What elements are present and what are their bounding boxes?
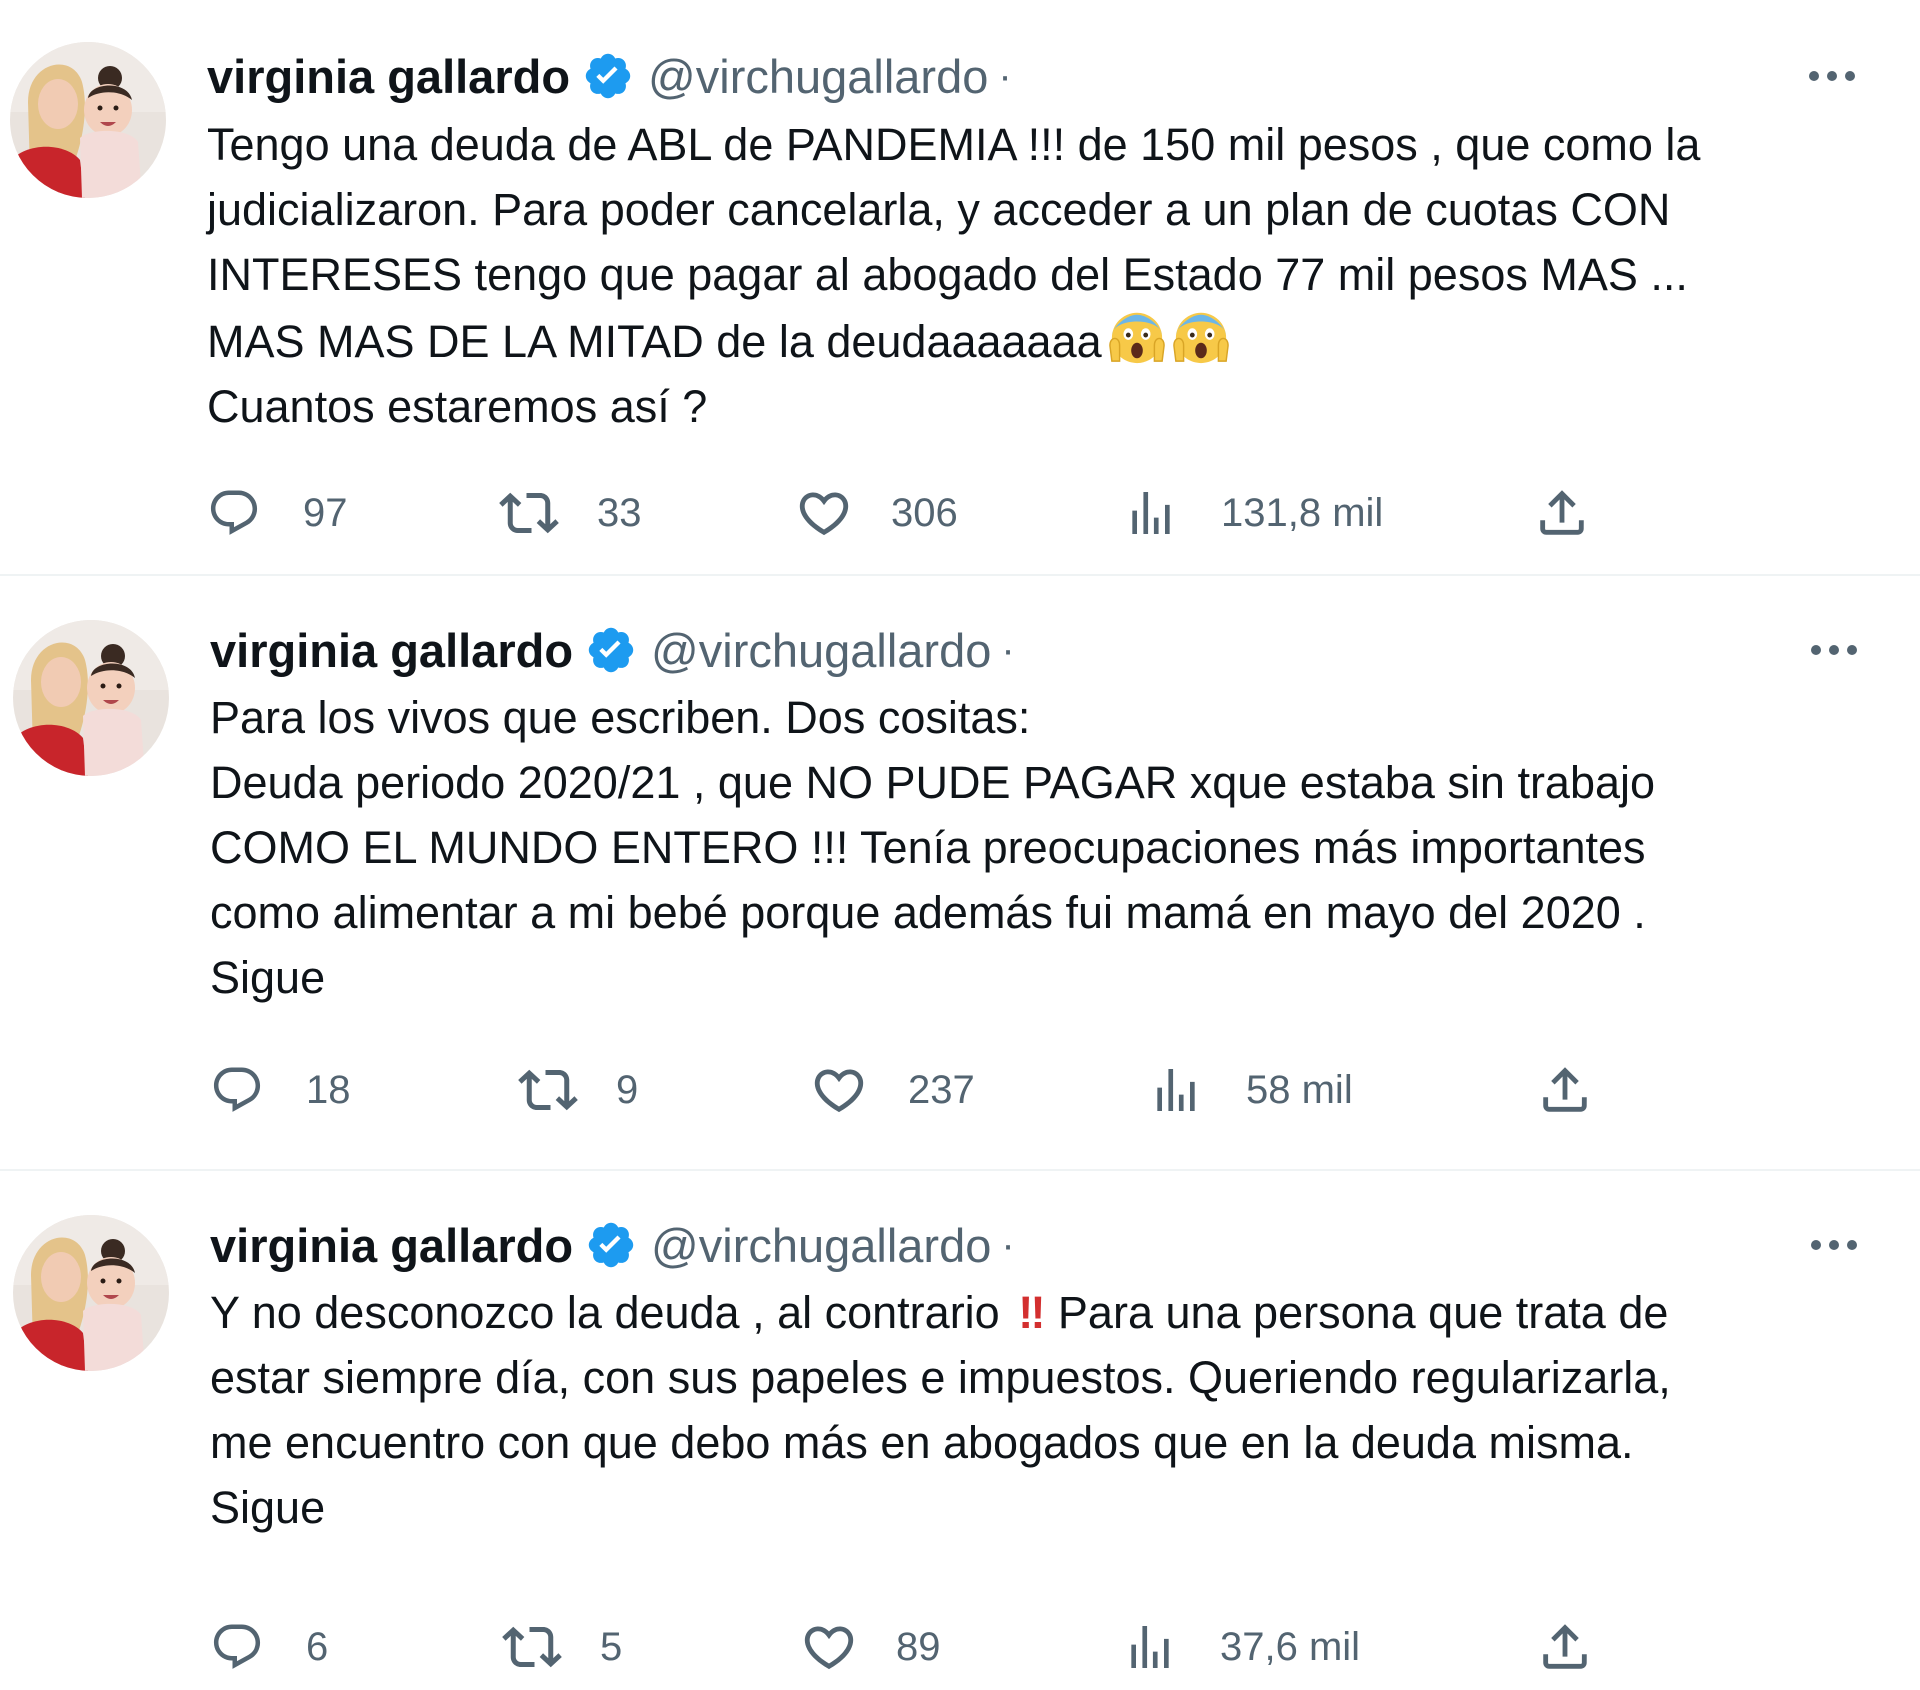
text-line: Para una persona que trata de — [1057, 1287, 1669, 1338]
reply-icon — [207, 486, 261, 540]
like-button[interactable]: 306 — [795, 478, 958, 548]
reply-count: 6 — [306, 1624, 329, 1669]
views-count: 58 mil — [1246, 1067, 1353, 1112]
reply-icon — [210, 1063, 264, 1117]
share-button[interactable] — [1536, 1612, 1594, 1682]
views-button[interactable]: 131,8 mil — [1123, 478, 1383, 548]
reply-button[interactable]: 97 — [207, 478, 348, 548]
verified-badge-icon — [585, 1219, 637, 1271]
retweet-count: 5 — [600, 1624, 623, 1669]
heart-icon — [810, 1061, 868, 1119]
text-line: COMO EL MUNDO ENTERO !!! Tenía preocupac… — [210, 822, 1646, 873]
text-line: Sigue — [210, 952, 326, 1003]
like-count: 237 — [908, 1067, 975, 1112]
like-button[interactable]: 237 — [810, 1055, 975, 1125]
tweet-text: Para los vivos que escriben. Dos cositas… — [210, 685, 1890, 1010]
tweet-text: Y no desconozco la deuda , al contrario … — [210, 1280, 1890, 1540]
tweet[interactable]: virginia gallardo @virchugallardo · Teng… — [0, 0, 1920, 575]
views-count: 131,8 mil — [1221, 490, 1384, 535]
text-line-with-emoji: MAS MAS DE LA MITAD de la deudaaaaaaa — [207, 307, 1887, 374]
tweet-actions: 18 9 237 58 mil — [210, 1055, 1630, 1125]
views-button[interactable]: 37,6 mil — [1122, 1612, 1360, 1682]
share-button[interactable] — [1536, 1055, 1594, 1125]
reply-count: 18 — [306, 1067, 351, 1112]
text-line: Sigue — [210, 1482, 326, 1533]
face-screaming-emoji-icon — [1108, 307, 1166, 365]
tweet-text: Tengo una deuda de ABL de PANDEMIA !!! d… — [207, 112, 1887, 439]
views-icon — [1148, 1062, 1204, 1118]
tweet[interactable]: virginia gallardo @virchugallardo · Para… — [0, 575, 1920, 1170]
text-line: MAS MAS DE LA MITAD de la deudaaaaaaa — [207, 316, 1102, 367]
tweet[interactable]: virginia gallardo @virchugallardo · Y no… — [0, 1170, 1920, 1690]
share-button[interactable] — [1533, 478, 1591, 548]
avatar[interactable] — [13, 1215, 169, 1371]
tweet-actions: 6 5 89 37,6 mil — [210, 1612, 1630, 1682]
separator-dot: · — [1001, 627, 1015, 672]
tweet-header: virginia gallardo @virchugallardo · — [207, 46, 1012, 106]
retweet-icon — [502, 1617, 562, 1677]
retweet-button[interactable]: 33 — [499, 478, 642, 548]
text-line: estar siempre día, con sus papeles e imp… — [210, 1352, 1671, 1403]
retweet-icon — [518, 1060, 578, 1120]
reply-icon — [210, 1620, 264, 1674]
double-exclamation-emoji-icon: ‼ — [1018, 1287, 1045, 1338]
reply-button[interactable]: 18 — [210, 1055, 351, 1125]
tweet-actions: 97 33 306 131,8 mil — [207, 478, 1627, 548]
author-name[interactable]: virginia gallardo — [210, 1218, 573, 1273]
share-icon — [1536, 1061, 1594, 1119]
tweet-feed: virginia gallardo @virchugallardo · Teng… — [0, 0, 1920, 1690]
like-count: 306 — [891, 490, 958, 535]
reply-button[interactable]: 6 — [210, 1612, 328, 1682]
avatar[interactable] — [10, 42, 166, 198]
author-name[interactable]: virginia gallardo — [210, 623, 573, 678]
reply-count: 97 — [303, 490, 348, 535]
text-line: Deuda periodo 2020/21 , que NO PUDE PAGA… — [210, 757, 1656, 808]
verified-badge-icon — [582, 50, 634, 102]
author-handle[interactable]: @virchugallardo — [648, 49, 988, 104]
text-line: Y no desconozco la deuda , al contrario — [210, 1287, 1000, 1338]
text-line: como alimentar a mi bebé porque además f… — [210, 887, 1646, 938]
separator-dot: · — [998, 53, 1012, 98]
text-line: judicializaron. Para poder cancelarla, y… — [207, 184, 1671, 235]
text-line: Para los vivos que escriben. Dos cositas… — [210, 692, 1031, 743]
retweet-button[interactable]: 5 — [502, 1612, 622, 1682]
text-line: Tengo una deuda de ABL de PANDEMIA !!! d… — [207, 119, 1701, 170]
verified-badge-icon — [585, 624, 637, 676]
tweet-header: virginia gallardo @virchugallardo · — [210, 620, 1015, 680]
retweet-count: 33 — [597, 490, 642, 535]
retweet-count: 9 — [616, 1067, 639, 1112]
retweet-button[interactable]: 9 — [518, 1055, 638, 1125]
heart-icon — [800, 1618, 858, 1676]
author-name[interactable]: virginia gallardo — [207, 49, 570, 104]
more-icon[interactable] — [1806, 56, 1858, 96]
retweet-icon — [499, 483, 559, 543]
text-line: INTERESES tengo que pagar al abogado del… — [207, 249, 1688, 300]
like-count: 89 — [896, 1624, 941, 1669]
more-icon[interactable] — [1808, 1225, 1860, 1265]
text-line-with-emoji: Y no desconozco la deuda , al contrario … — [210, 1280, 1890, 1345]
author-handle[interactable]: @virchugallardo — [651, 623, 991, 678]
avatar[interactable] — [13, 620, 169, 776]
author-handle[interactable]: @virchugallardo — [651, 1218, 991, 1273]
views-count: 37,6 mil — [1220, 1624, 1361, 1669]
more-icon[interactable] — [1808, 630, 1860, 670]
share-icon — [1536, 1618, 1594, 1676]
like-button[interactable]: 89 — [800, 1612, 941, 1682]
tweet-header: virginia gallardo @virchugallardo · — [210, 1215, 1015, 1275]
views-icon — [1122, 1619, 1178, 1675]
text-line: Cuantos estaremos así ? — [207, 381, 708, 432]
views-button[interactable]: 58 mil — [1148, 1055, 1353, 1125]
heart-icon — [795, 484, 853, 542]
separator-dot: · — [1001, 1222, 1015, 1267]
views-icon — [1123, 485, 1179, 541]
share-icon — [1533, 484, 1591, 542]
face-screaming-emoji-icon — [1172, 307, 1230, 365]
text-line: me encuentro con que debo más en abogado… — [210, 1417, 1634, 1468]
